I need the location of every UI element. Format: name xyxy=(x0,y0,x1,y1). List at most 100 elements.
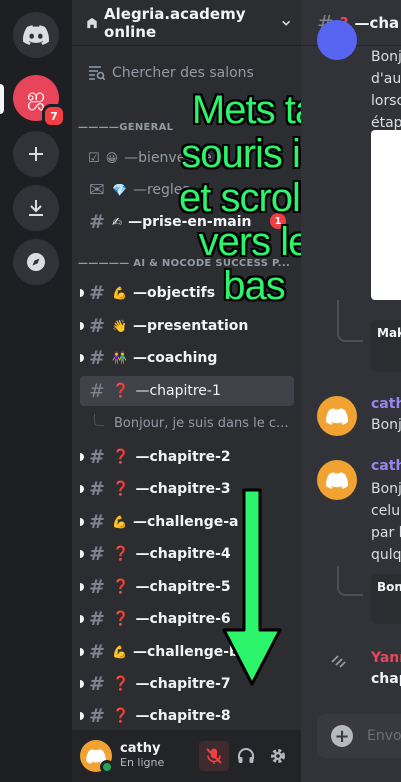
channel-emoji: 👋 xyxy=(112,319,127,333)
unread-dot xyxy=(80,550,84,558)
message-avatar[interactable] xyxy=(317,20,357,60)
browse-label: Chercher des salons xyxy=(112,65,254,81)
hash-icon: # xyxy=(89,478,105,500)
community-icon xyxy=(87,17,97,28)
message-line: celul xyxy=(371,503,401,519)
channel-chapitre-8[interactable]: # ❓ —chapitre-8 xyxy=(80,701,294,731)
discord-home-button[interactable] xyxy=(13,12,59,58)
message-text: chap xyxy=(371,668,401,690)
thread-preview[interactable]: Bon xyxy=(371,574,401,624)
message-avatar[interactable] xyxy=(317,396,357,436)
thread-preview-label: Mak xyxy=(377,326,401,340)
mute-button[interactable] xyxy=(199,741,229,771)
chat-area: # ? —cha Bonj d'aut lorsc étap Mak cath … xyxy=(301,0,401,782)
channel-emoji: 😀 xyxy=(105,151,119,165)
user-panel: cathy En ligne xyxy=(72,730,301,782)
channel-emoji: ❓ xyxy=(112,676,130,692)
hash-icon: # xyxy=(89,211,105,233)
channel-chapitre-2[interactable]: # ❓ —chapitre-2 xyxy=(80,442,294,472)
embed-image[interactable] xyxy=(371,130,401,300)
channel-name: —chapitre-5 xyxy=(135,579,231,595)
active-server-pill xyxy=(0,84,4,114)
hash-icon: # xyxy=(89,347,105,369)
message-line: lorsc xyxy=(371,93,401,109)
unread-dot xyxy=(80,485,84,493)
discord-avatar-icon xyxy=(326,471,348,489)
thread-connector xyxy=(337,566,363,596)
channel-title: —cha xyxy=(354,13,400,32)
list-search-icon xyxy=(89,66,106,81)
server-mention-badge: 7 xyxy=(42,104,66,128)
add-server-button[interactable] xyxy=(13,131,59,177)
message-text: Bonj d'aut lorsc étap xyxy=(371,46,401,134)
channel-name: —chapitre-1 xyxy=(135,383,221,399)
channel-presentation[interactable]: # 👋 —presentation xyxy=(80,311,294,341)
channel-sidebar: Alegria.academy online Chercher des salo… xyxy=(72,0,301,782)
thread-connector xyxy=(337,300,363,342)
channel-emoji: ✍ xyxy=(112,215,123,229)
message-line: Bonj xyxy=(371,49,401,65)
hash-icon: # xyxy=(89,543,105,565)
hash-icon: # xyxy=(89,380,105,402)
deafen-button[interactable] xyxy=(231,741,261,771)
overlay-line: Mets ta xyxy=(191,88,301,132)
plus-icon xyxy=(29,147,43,161)
explore-servers-button[interactable] xyxy=(13,239,59,285)
channel-name: —chapitre-3 xyxy=(135,481,231,497)
message-line: Bonjo xyxy=(371,417,401,433)
gear-icon xyxy=(271,749,285,763)
guild-name: Alegria.academy online xyxy=(104,4,246,41)
overlay-line: vers le xyxy=(198,220,301,264)
guild-header[interactable]: Alegria.academy online xyxy=(72,0,301,46)
channel-emoji: ❓ xyxy=(112,383,130,399)
hash-icon: # xyxy=(89,446,105,468)
unread-dot xyxy=(80,712,84,720)
unread-dot xyxy=(80,354,84,362)
message-line: chap xyxy=(371,671,401,687)
settings-button[interactable] xyxy=(263,741,293,771)
channel-emoji: 💎 xyxy=(112,183,127,197)
hash-icon: # xyxy=(89,576,105,598)
thread-preview[interactable]: Mak xyxy=(371,320,401,372)
user-avatar[interactable] xyxy=(80,740,114,774)
server-rail: ஜ 7 xyxy=(0,0,72,782)
thread-item[interactable]: Bonjour, je suis dans le c... xyxy=(80,408,294,438)
message-author[interactable]: cath xyxy=(371,396,401,412)
channel-name: —chapitre-2 xyxy=(135,449,231,465)
channel-name: —chapitre-4 xyxy=(135,546,231,562)
unread-dot xyxy=(80,583,84,591)
channel-emoji: ❓ xyxy=(112,449,130,465)
megaphone-icon: ✉ xyxy=(89,179,105,201)
message-line: Bonj xyxy=(371,481,401,497)
overlay-line: bas xyxy=(223,264,286,308)
hash-icon: # xyxy=(89,315,105,337)
channel-emoji: 💪 xyxy=(112,286,127,300)
unread-dot xyxy=(80,615,84,623)
channel-coaching[interactable]: # 👫 —coaching xyxy=(80,343,294,373)
message-author[interactable]: cath xyxy=(371,458,401,474)
message-text: Bonjo xyxy=(371,414,401,436)
thread-label: Bonjour, je suis dans le c... xyxy=(114,415,289,431)
message-author[interactable]: Yann xyxy=(371,650,401,666)
channel-name: —chapitre-8 xyxy=(135,708,231,724)
down-arrow-icon xyxy=(222,488,282,686)
download-apps-button[interactable] xyxy=(13,185,59,231)
unread-dot xyxy=(80,322,84,330)
hash-icon: # xyxy=(89,511,105,533)
overlay-line: souris ici xyxy=(181,132,301,176)
attach-plus-icon[interactable]: + xyxy=(331,725,353,747)
channel-name: —chapitre-7 xyxy=(135,676,231,692)
thread-preview-label: Bon xyxy=(377,580,401,594)
user-names[interactable]: cathy En ligne xyxy=(120,742,164,770)
hash-icon: # xyxy=(89,641,105,663)
hash-icon: # xyxy=(89,705,105,727)
discord-avatar-icon xyxy=(326,407,348,425)
rules-check-icon: ☑ xyxy=(88,150,100,166)
message-avatar[interactable] xyxy=(317,460,357,500)
channel-chapitre-1[interactable]: # ❓ —chapitre-1 xyxy=(80,376,294,406)
unread-dot xyxy=(80,518,84,526)
browse-channels-button[interactable]: Chercher des salons xyxy=(80,56,293,90)
online-status-dot xyxy=(100,760,114,774)
chevron-down-icon xyxy=(281,20,290,26)
message-composer[interactable]: + Envo xyxy=(317,714,401,758)
